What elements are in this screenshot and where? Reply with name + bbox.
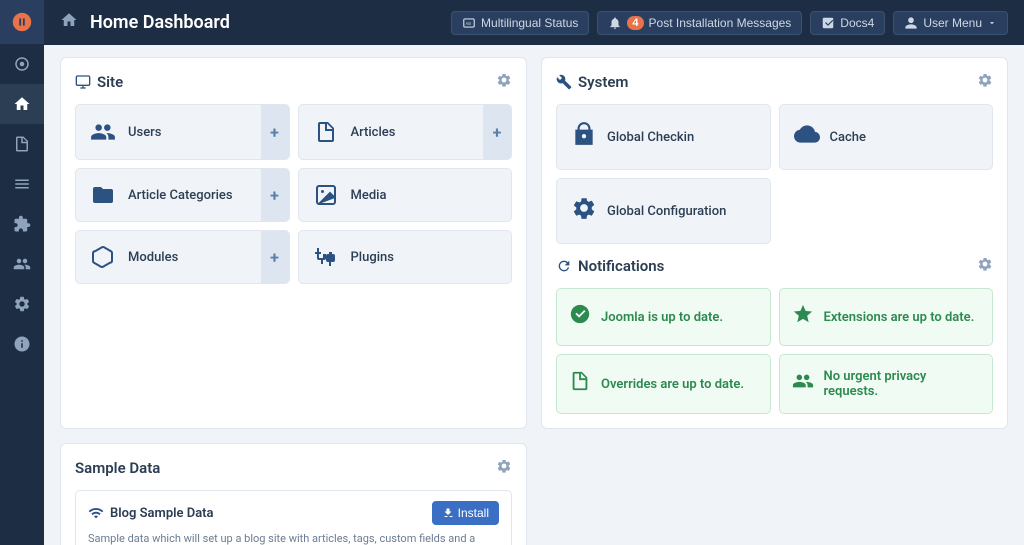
sidebar-item-content[interactable] [0,124,44,164]
tile-cache-label: Cache [830,130,866,145]
notif-overrides-label: Overrides are up to date. [601,377,744,392]
overrides-uptodate-icon [569,370,591,398]
multilingual-status-button[interactable]: AB Multilingual Status [451,11,589,35]
article-categories-icon [88,183,118,207]
notifications-grid: Joomla is up to date. Extensions are up … [556,288,993,414]
tile-articles-label: Articles [351,125,396,140]
privacy-icon [792,370,814,398]
tile-users[interactable]: Users + [75,104,290,160]
tile-modules[interactable]: Modules + [75,230,290,284]
blog-sample-data-item: Blog Sample Data Install Sample data whi… [75,490,512,545]
global-checkin-icon [571,121,597,153]
system-panel-title: System [556,73,628,91]
sample-desc: Sample data which will set up a blog sit… [88,531,499,545]
topbar-home-icon [60,11,78,34]
sidebar-item-system[interactable] [0,284,44,324]
tile-media[interactable]: Media [298,168,513,222]
notifications-title: Notifications [556,257,664,275]
sidebar-item-extensions[interactable] [0,204,44,244]
site-panel-header: Site [75,72,512,92]
tile-plugins-label: Plugins [351,250,394,265]
sidebar-item-home[interactable] [0,84,44,124]
notifications-label: Post Installation Messages [649,16,792,30]
sample-data-title: Sample Data [75,459,160,477]
sample-data-gear[interactable] [496,458,512,478]
tile-articles[interactable]: Articles + [298,104,513,160]
plugins-icon [311,245,341,269]
notifications-gear[interactable] [977,256,993,276]
sidebar-item-users[interactable] [0,244,44,284]
system-panel-gear[interactable] [977,72,993,92]
tile-cache[interactable]: Cache [779,104,994,170]
tile-users-label: Users [128,125,161,140]
tile-global-checkin[interactable]: Global Checkin [556,104,771,170]
tile-users-add[interactable]: + [261,105,289,159]
multilingual-label: Multilingual Status [481,16,578,30]
notif-privacy-label: No urgent privacy requests. [824,369,981,399]
tile-article-categories-add[interactable]: + [261,169,289,221]
tile-modules-add[interactable]: + [261,231,289,283]
user-menu-label: User Menu [923,16,982,30]
sample-item-title: Blog Sample Data [88,505,214,521]
docs-label: Docs4 [840,16,874,30]
tile-media-label: Media [351,188,387,203]
site-panel-title: Site [75,73,123,91]
notif-joomla[interactable]: Joomla is up to date. [556,288,771,346]
system-panel-header: System [556,72,993,92]
wrench-icon [556,74,572,90]
install-icon [442,507,454,519]
notif-extensions-label: Extensions are up to date. [824,310,975,325]
notifications-header: Notifications [556,256,993,276]
tile-article-categories-label: Article Categories [128,188,233,203]
notif-joomla-label: Joomla is up to date. [601,310,723,325]
tile-global-config[interactable]: Global Configuration [556,178,771,244]
site-panel: Site Users + [60,57,527,429]
svg-text:AB: AB [466,20,472,25]
extensions-uptodate-icon [792,303,814,331]
sidebar-item-menus[interactable] [0,164,44,204]
site-tiles-grid: Users + Articles + Article Categorie [75,104,512,284]
wifi-icon [88,505,104,521]
tile-modules-label: Modules [128,250,178,265]
tile-articles-add[interactable]: + [483,105,511,159]
sample-item-header: Blog Sample Data Install [88,501,499,525]
sidebar-logo[interactable] [0,0,44,44]
main-area: Home Dashboard AB Multilingual Status 4 … [44,0,1024,545]
system-tiles-grid: Global Checkin Cache Global Configuratio… [556,104,993,244]
media-icon [311,183,341,207]
content-grid: Site Users + [44,45,1024,545]
notif-privacy[interactable]: No urgent privacy requests. [779,354,994,414]
install-button[interactable]: Install [432,501,499,525]
sidebar-item-info[interactable] [0,324,44,364]
sample-data-panel-header: Sample Data [75,458,512,478]
notif-overrides[interactable]: Overrides are up to date. [556,354,771,414]
sidebar-item-toggle[interactable] [0,44,44,84]
modules-icon [88,245,118,269]
notification-badge: 4 [627,16,643,30]
tile-global-config-label: Global Configuration [607,204,726,219]
system-panel: System Global Checkin [541,57,1008,429]
refresh-icon [556,258,572,274]
topbar: Home Dashboard AB Multilingual Status 4 … [44,0,1024,45]
notif-extensions[interactable]: Extensions are up to date. [779,288,994,346]
users-icon [88,119,118,145]
page-title: Home Dashboard [90,12,443,33]
post-installation-button[interactable]: 4 Post Installation Messages [597,11,802,35]
tile-article-categories[interactable]: Article Categories + [75,168,290,222]
notifications-section: Notifications Joomla is up to date. [556,256,993,414]
sample-data-panel: Sample Data Blog Sample Data Install [60,443,527,545]
site-panel-gear[interactable] [496,72,512,92]
tile-plugins[interactable]: Plugins [298,230,513,284]
articles-icon [311,120,341,144]
docs-button[interactable]: Docs4 [810,11,885,35]
cache-icon [794,121,820,153]
sidebar [0,0,44,545]
global-config-icon [571,195,597,227]
user-menu-button[interactable]: User Menu [893,11,1008,35]
joomla-uptodate-icon [569,303,591,331]
monitor-icon [75,74,91,90]
tile-global-checkin-label: Global Checkin [607,130,694,145]
